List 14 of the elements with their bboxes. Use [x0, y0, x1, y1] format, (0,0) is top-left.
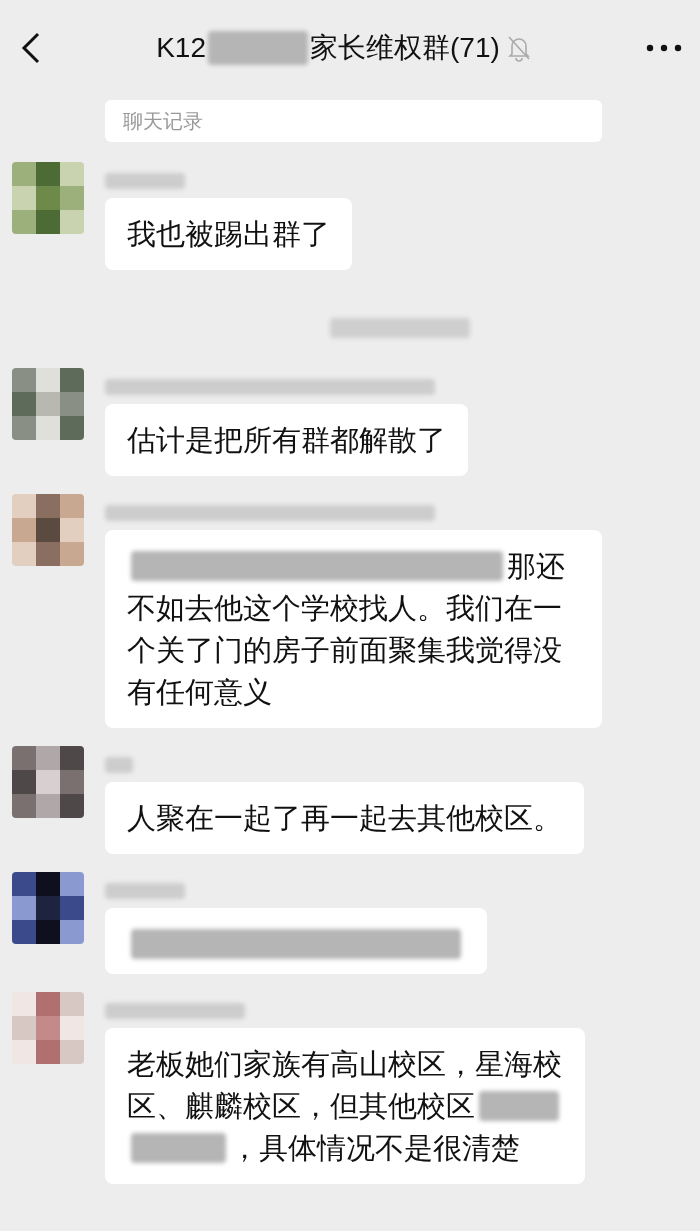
- message-text: 区、麒麟校区，但其他校区: [127, 1089, 475, 1124]
- message-text: 不如去他这个学校找人。我们在一个关了门的房子前面聚集我觉得没有任何意义: [127, 591, 563, 710]
- message-text: 那还: [507, 549, 565, 584]
- message-text: 估计是把所有群都解散了: [127, 423, 446, 458]
- back-icon[interactable]: [20, 30, 42, 65]
- chat-title: 家长维权群(71): [310, 30, 500, 65]
- message-text: 老板她们家族有高山校区，星海校: [127, 1047, 562, 1082]
- search-field[interactable]: 聊天记录: [105, 100, 602, 142]
- chat-title: K12: [156, 30, 206, 65]
- blurred-text: [105, 756, 133, 773]
- message-text: ，具体情况不是很清楚: [230, 1131, 520, 1166]
- message-text: 人聚在一起了再一起去其他校区。: [127, 801, 562, 836]
- more-icon[interactable]: [646, 43, 682, 52]
- message-text: 我也被踢出群了: [127, 217, 330, 252]
